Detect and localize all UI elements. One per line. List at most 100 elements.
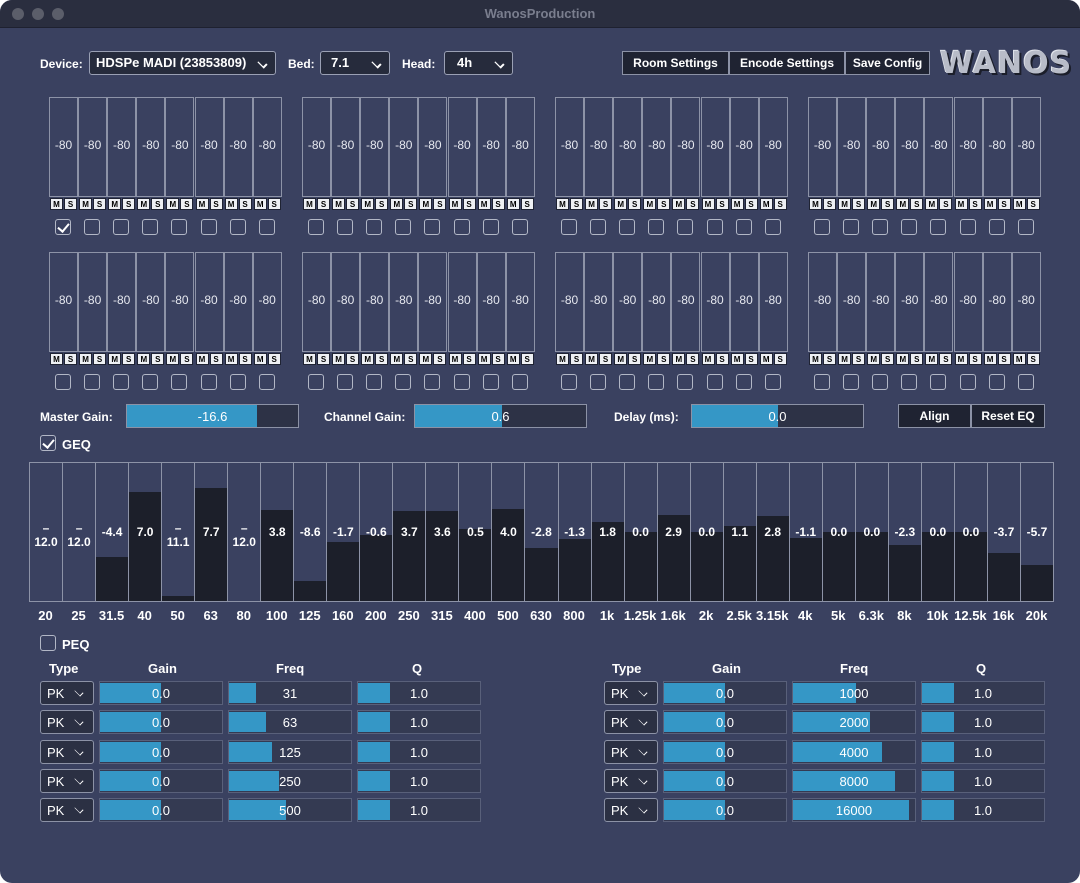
solo-button[interactable]: S: [715, 353, 729, 365]
channel-select-checkbox[interactable]: [308, 219, 324, 235]
mute-button[interactable]: M: [419, 353, 433, 365]
solo-button[interactable]: S: [346, 198, 360, 210]
solo-button[interactable]: S: [209, 198, 223, 210]
mute-button[interactable]: M: [224, 198, 238, 210]
channel-select-checkbox[interactable]: [735, 374, 752, 390]
mute-button[interactable]: M: [195, 353, 209, 365]
head-select[interactable]: 4h: [444, 51, 513, 75]
peq-gain-slider[interactable]: 0.0: [99, 739, 223, 764]
channel-select-checkbox[interactable]: [930, 374, 947, 390]
peq-freq-slider[interactable]: 8000: [792, 768, 916, 793]
channel-select-checkbox[interactable]: [988, 374, 1005, 390]
channel-select-checkbox[interactable]: [1017, 374, 1034, 390]
mute-button[interactable]: M: [79, 198, 93, 210]
peq-type-select[interactable]: PK: [40, 681, 94, 705]
mute-button[interactable]: M: [838, 353, 852, 365]
mute-button[interactable]: M: [643, 198, 657, 210]
channel-select-checkbox[interactable]: [453, 374, 470, 390]
solo-button[interactable]: S: [744, 198, 758, 210]
geq-band-slider[interactable]: 2.8: [755, 462, 790, 602]
mute-button[interactable]: M: [672, 353, 686, 365]
solo-button[interactable]: S: [404, 198, 418, 210]
solo-button[interactable]: S: [881, 353, 895, 365]
channel-select-checkbox[interactable]: [55, 219, 71, 235]
mute-button[interactable]: M: [556, 198, 569, 210]
mute-button[interactable]: M: [253, 353, 267, 365]
geq-band-slider[interactable]: –12.0: [62, 462, 97, 602]
device-select[interactable]: HDSPe MADI (23853809): [89, 51, 276, 75]
channel-gain-slider[interactable]: 0.6: [414, 404, 587, 428]
geq-band-slider[interactable]: 1.8: [590, 462, 625, 602]
mute-button[interactable]: M: [448, 353, 462, 365]
channel-select-checkbox[interactable]: [706, 374, 723, 390]
mute-button[interactable]: M: [809, 198, 822, 210]
channel-select-checkbox[interactable]: [337, 219, 354, 235]
geq-band-slider[interactable]: 7.0: [128, 462, 163, 602]
solo-button[interactable]: S: [910, 198, 924, 210]
geq-band-slider[interactable]: 0.0: [854, 462, 889, 602]
channel-select-checkbox[interactable]: [55, 374, 71, 390]
channel-select-checkbox[interactable]: [113, 374, 130, 390]
solo-button[interactable]: S: [939, 198, 953, 210]
channel-select-checkbox[interactable]: [200, 374, 217, 390]
peq-freq-slider[interactable]: 2000: [792, 710, 916, 735]
solo-button[interactable]: S: [64, 198, 77, 210]
mute-button[interactable]: M: [614, 353, 628, 365]
channel-select-checkbox[interactable]: [366, 219, 383, 235]
geq-band-slider[interactable]: –12.0: [29, 462, 64, 602]
mute-button[interactable]: M: [50, 353, 63, 365]
solo-button[interactable]: S: [93, 353, 107, 365]
peq-type-select[interactable]: PK: [40, 739, 94, 764]
geq-band-slider[interactable]: 0.0: [623, 462, 658, 602]
mute-button[interactable]: M: [253, 198, 267, 210]
mute-button[interactable]: M: [925, 198, 939, 210]
geq-band-slider[interactable]: -1.7: [326, 462, 361, 602]
channel-select-checkbox[interactable]: [677, 374, 694, 390]
mute-button[interactable]: M: [954, 198, 968, 210]
mute-button[interactable]: M: [867, 353, 881, 365]
mute-button[interactable]: M: [448, 198, 462, 210]
solo-button[interactable]: S: [715, 198, 729, 210]
solo-button[interactable]: S: [968, 353, 982, 365]
solo-button[interactable]: S: [346, 353, 360, 365]
geq-band-slider[interactable]: -8.6: [293, 462, 328, 602]
mute-button[interactable]: M: [303, 353, 316, 365]
peq-checkbox[interactable]: [40, 635, 56, 651]
mute-button[interactable]: M: [838, 198, 852, 210]
solo-button[interactable]: S: [628, 353, 642, 365]
channel-select-checkbox[interactable]: [901, 374, 918, 390]
peq-gain-slider[interactable]: 0.0: [99, 710, 223, 735]
geq-band-slider[interactable]: -2.8: [524, 462, 559, 602]
peq-freq-slider[interactable]: 125: [228, 739, 352, 764]
channel-select-checkbox[interactable]: [424, 374, 441, 390]
solo-button[interactable]: S: [375, 353, 389, 365]
peq-type-select[interactable]: PK: [604, 710, 658, 735]
peq-gain-slider[interactable]: 0.0: [99, 798, 223, 823]
encode-settings-button[interactable]: Encode Settings: [729, 51, 845, 75]
save-config-button[interactable]: Save Config: [845, 51, 930, 75]
channel-select-checkbox[interactable]: [200, 219, 217, 235]
geq-band-slider[interactable]: -1.1: [788, 462, 823, 602]
geq-band-slider[interactable]: -5.7: [1019, 462, 1054, 602]
mute-button[interactable]: M: [867, 198, 881, 210]
mute-button[interactable]: M: [137, 353, 151, 365]
mute-button[interactable]: M: [701, 353, 715, 365]
channel-select-checkbox[interactable]: [959, 374, 976, 390]
solo-button[interactable]: S: [881, 198, 895, 210]
peq-type-select[interactable]: PK: [604, 768, 658, 793]
mute-button[interactable]: M: [166, 198, 180, 210]
peq-type-select[interactable]: PK: [604, 681, 658, 705]
channel-select-checkbox[interactable]: [337, 374, 354, 390]
geq-band-slider[interactable]: 3.8: [260, 462, 295, 602]
solo-button[interactable]: S: [180, 198, 194, 210]
channel-select-checkbox[interactable]: [395, 219, 412, 235]
solo-button[interactable]: S: [93, 198, 107, 210]
peq-gain-slider[interactable]: 0.0: [663, 681, 787, 705]
solo-button[interactable]: S: [520, 353, 534, 365]
mute-button[interactable]: M: [419, 198, 433, 210]
channel-select-checkbox[interactable]: [814, 374, 830, 390]
channel-select-checkbox[interactable]: [511, 219, 528, 235]
peq-q-slider[interactable]: 1.0: [357, 710, 481, 735]
mute-button[interactable]: M: [477, 198, 491, 210]
channel-select-checkbox[interactable]: [706, 219, 723, 235]
